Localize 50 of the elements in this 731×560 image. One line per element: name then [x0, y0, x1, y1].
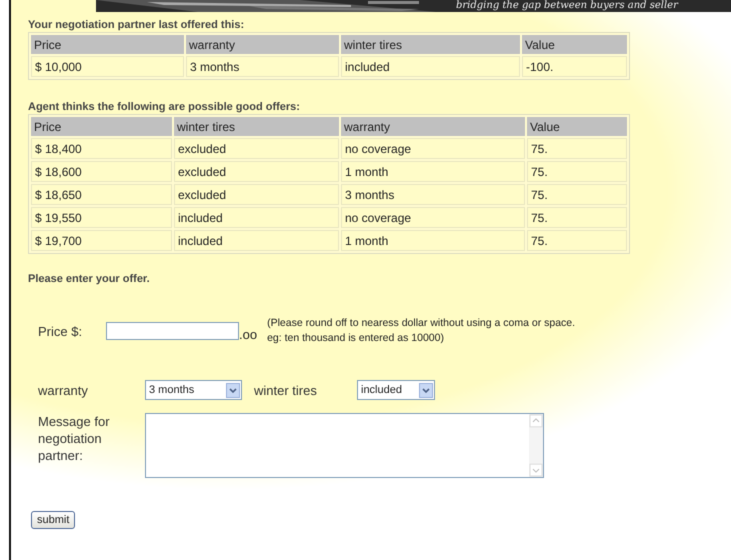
column-header: Price — [31, 117, 172, 136]
table-cell: 3 months — [186, 56, 339, 77]
table-cell: included — [174, 207, 339, 228]
column-header: winter tires — [174, 117, 339, 136]
table-cell: $ 19,550 — [31, 207, 172, 228]
table-cell: no coverage — [341, 138, 525, 159]
column-header: warranty — [341, 117, 525, 136]
column-header: Price — [31, 35, 184, 54]
section-title: Your negotiation partner last offered this: — [28, 18, 246, 32]
scrollbar[interactable] — [529, 414, 543, 477]
table-cell: excluded — [174, 184, 339, 205]
table-cell: 1 month — [341, 230, 525, 251]
column-header: winter tires — [341, 35, 520, 54]
warranty-label: warranty — [38, 382, 89, 398]
column-header: warranty — [186, 35, 339, 54]
price-label: Price $: — [38, 324, 84, 338]
caret-icon — [419, 382, 433, 398]
caret-icon — [226, 382, 240, 398]
table-cell: included — [174, 230, 339, 251]
table-cell: 75. — [527, 161, 627, 182]
table-cell: -100. — [522, 56, 627, 77]
table-cell: 75. — [527, 184, 627, 205]
column-header: Value — [522, 35, 627, 54]
price-field[interactable] — [106, 322, 239, 340]
table-cell: 75. — [527, 138, 627, 159]
message-field[interactable] — [145, 413, 544, 478]
table-cell: 3 months — [341, 184, 525, 205]
section-title: Please enter your offer. — [28, 272, 151, 286]
table-cell: 75. — [527, 230, 627, 251]
table-cell: 1 month — [341, 161, 525, 182]
price-hint: (Please round off to nearess dollar without using a coma or space. eg: ten thousand is entered as 10000) — [267, 316, 576, 346]
submit-button[interactable]: submit — [31, 511, 76, 529]
winter-tires-label: winter tires — [254, 382, 318, 398]
table-cell: excluded — [174, 161, 339, 182]
column-header: Value — [527, 117, 627, 136]
table-cell: included — [341, 56, 520, 77]
table-cell: $ 18,600 — [31, 161, 172, 182]
message-label: Message for negotiation partner: — [38, 413, 111, 465]
table-cell: no coverage — [341, 207, 525, 228]
table-cell: $ 18,650 — [31, 184, 172, 205]
warranty-dropdown[interactable]: 3 months — [145, 380, 242, 400]
cents-suffix: .oo — [239, 327, 258, 342]
table-cell: excluded — [174, 138, 339, 159]
tagline: bridging the gap between buyers and seller — [455, 0, 680, 12]
table-cell: $ 18,400 — [31, 138, 172, 159]
winter-tires-dropdown[interactable]: included — [357, 380, 435, 400]
table-cell: $ 19,700 — [31, 230, 172, 251]
section-title: Agent thinks the following are possible good offers: — [28, 100, 301, 114]
table-cell: 75. — [527, 207, 627, 228]
table-cell: $ 10,000 — [31, 56, 184, 77]
